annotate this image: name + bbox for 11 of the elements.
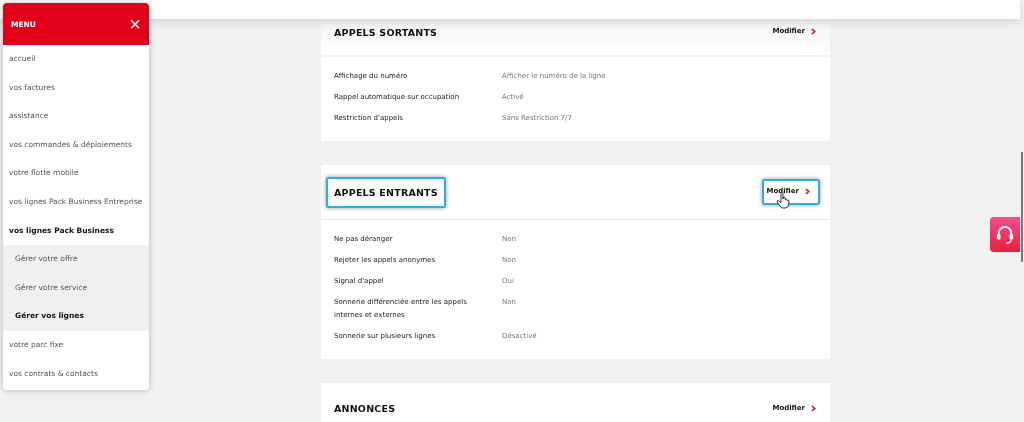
scrollbar[interactable]: [1021, 152, 1023, 262]
chevron-icon: [805, 187, 810, 195]
section-title: APPELS SORTANTS: [334, 26, 438, 40]
close-button[interactable]: ×: [129, 14, 141, 34]
chevron-icon: [811, 404, 816, 412]
headset-icon: [996, 224, 1014, 245]
section-title: APPELS ENTRANTS: [326, 176, 446, 208]
support-button[interactable]: [990, 217, 1020, 252]
chevron-icon: [811, 27, 816, 35]
hand-cursor-icon: [776, 191, 791, 209]
section-title: ANNONCES: [334, 401, 396, 416]
